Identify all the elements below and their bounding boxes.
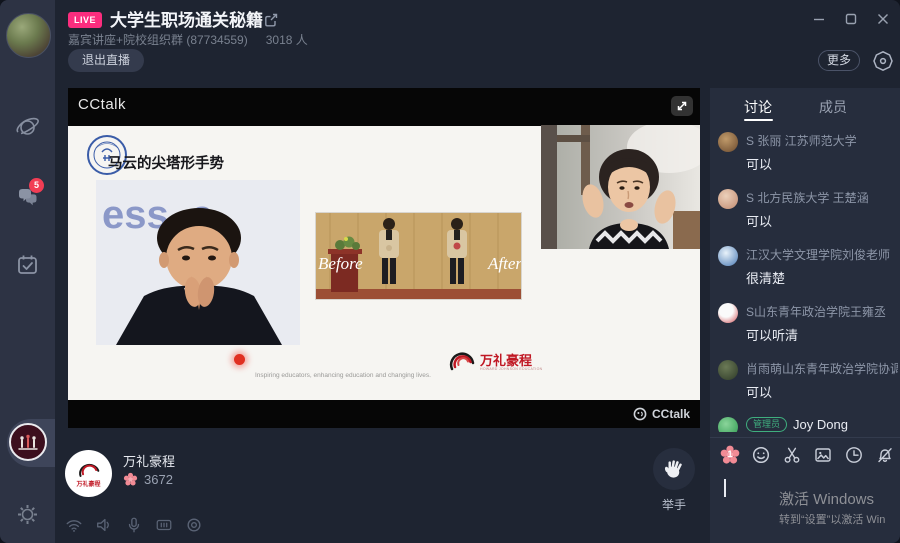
settings-gear-icon[interactable] [16,503,39,526]
close-icon[interactable] [876,12,890,26]
hand-icon [663,458,685,480]
chat-avatar [718,132,738,152]
raise-hand-button[interactable] [653,448,695,490]
chat-message: S 张丽 江苏师范大学 可以 [718,132,898,174]
brand-name: 万礼豪程 [480,354,542,367]
flower-icon [123,472,138,487]
cctalk-live-window: 5 [0,0,900,543]
more-button[interactable]: 更多 [818,50,860,71]
device-toolbar [65,516,203,534]
chat-message: 肖雨萌山东青年政治学院协调官 可以 [718,360,898,402]
chat-author: 江汉大学文理学院刘俊老师 [746,246,898,264]
chat-message: 江汉大学文理学院刘俊老师 很清楚 [718,246,898,288]
cctalk-logo-icon [633,407,647,421]
chat-avatar [718,360,738,380]
admin-badge: 管理员 [746,417,787,432]
history-clock-icon[interactable] [844,445,864,465]
microphone-icon[interactable] [125,516,143,534]
chat-avatar [718,303,738,323]
chat-author: Joy Dong [793,417,848,432]
minimize-icon[interactable] [812,12,826,26]
chat-author: 肖雨萌山东青年政治学院协调官 [746,360,898,378]
text-cursor [724,479,726,497]
chat-unread-badge: 5 [29,178,44,193]
group-name: 嘉宾讲座+院校组织群 (87734559) [68,33,248,47]
chat-message: S 北方民族大学 王楚涵 可以 [718,189,898,231]
expand-fullscreen-icon[interactable] [671,96,693,116]
host-logo-text: 万礼豪程 [76,479,100,488]
live-room-avatar[interactable] [9,423,47,461]
chat-message-list[interactable]: S 张丽 江苏师范大学 可以 S 北方民族大学 王楚涵 可以 江汉大学文理学院刘… [718,132,898,432]
chat-author: S 张丽 江苏师范大学 [746,132,898,150]
share-external-link-icon[interactable] [263,12,279,28]
record-icon[interactable] [185,516,203,534]
discover-planet-icon[interactable] [14,114,41,141]
tab-discussion[interactable]: 讨论 [744,97,772,117]
emoji-icon[interactable] [751,445,771,465]
active-tab-underline [744,119,773,121]
chat-text: 可以 [746,156,898,174]
user-avatar[interactable] [6,13,51,58]
speaker-volume-icon[interactable] [95,516,113,534]
host-name: 万礼豪程 [123,451,175,470]
cctalk-watermark-bottom: CCtalk [633,407,690,421]
screenshot-scissors-icon[interactable] [782,445,802,465]
chat-author: S山东青年政治学院王雍丞 [746,303,898,321]
live-status-badge: LIVE [68,12,102,28]
windows-activation-watermark-sub: 转到“设置”以激活 Win [779,511,885,527]
chat-avatar [718,246,738,266]
chat-text: 可以 [746,384,898,402]
after-label: After [487,254,521,273]
laser-pointer-dot [234,354,245,365]
bottom-bar: 万礼豪程 万礼豪程 3672 [55,428,700,543]
toolbar-divider [710,437,900,438]
chat-avatar [718,417,738,432]
chat-panel: 讨论 成员 S 张丽 江苏师范大学 可以 S 北方民族大学 王楚涵 可以 江汉大… [710,88,900,543]
tab-members[interactable]: 成员 [819,97,847,117]
host-logo[interactable]: 万礼豪程 [65,450,112,497]
chat-author: S 北方民族大学 王楚涵 [746,189,898,207]
tasks-calendar-icon[interactable] [15,252,40,277]
stream-settings-icon[interactable] [871,49,895,73]
left-sidebar: 5 [0,0,55,543]
before-after-photo: Before After [315,212,522,300]
network-wifi-icon[interactable] [65,516,83,534]
chat-avatar [718,189,738,209]
slide-title: 马云的尖塔形手势 [108,152,224,173]
flower-count: 3672 [144,472,173,487]
chat-message: S山东青年政治学院王雍丞 可以听清 [718,303,898,345]
chat-text: 可以 [746,213,898,231]
image-upload-icon[interactable] [813,445,833,465]
send-flower-icon[interactable]: 1 [720,445,740,465]
room-subtitle: 嘉宾讲座+院校组织群 (87734559) 3018 人 [68,31,308,48]
mute-notifications-bell-icon[interactable] [875,445,895,465]
chat-text: 很清楚 [746,270,898,288]
media-mixer-icon[interactable] [155,516,173,534]
chat-toolbar: 1 [720,445,900,465]
room-title: 大学生职场通关秘籍 [110,6,263,31]
maximize-icon[interactable] [844,12,858,26]
viewer-count: 3018 人 [266,33,308,47]
windows-activation-watermark: 激活 Windows [779,488,874,509]
slide-footer-caption: Inspiring educators, enhancing education… [228,372,458,379]
brand-subline: HOWARD JOHNSON EDUCATION [480,367,542,371]
brand-swirl-icon [447,347,477,377]
flower-counter: 3672 [123,472,173,487]
slide-brand-logo: 万礼豪程 HOWARD JOHNSON EDUCATION [447,347,542,377]
cctalk-watermark-top: CCtalk [78,96,126,113]
chat-text: 可以听清 [746,327,898,345]
before-label: Before [318,254,363,273]
presenter-webcam [541,125,700,249]
exit-live-button[interactable]: 退出直播 [68,49,144,72]
chat-message-admin: 管理员 Joy Dong [718,417,898,432]
jack-ma-photo: ess, a [96,180,300,345]
raise-hand-label: 举手 [651,496,697,513]
video-stage: CCtalk 马云的尖塔形手势 ess, a [68,88,700,428]
